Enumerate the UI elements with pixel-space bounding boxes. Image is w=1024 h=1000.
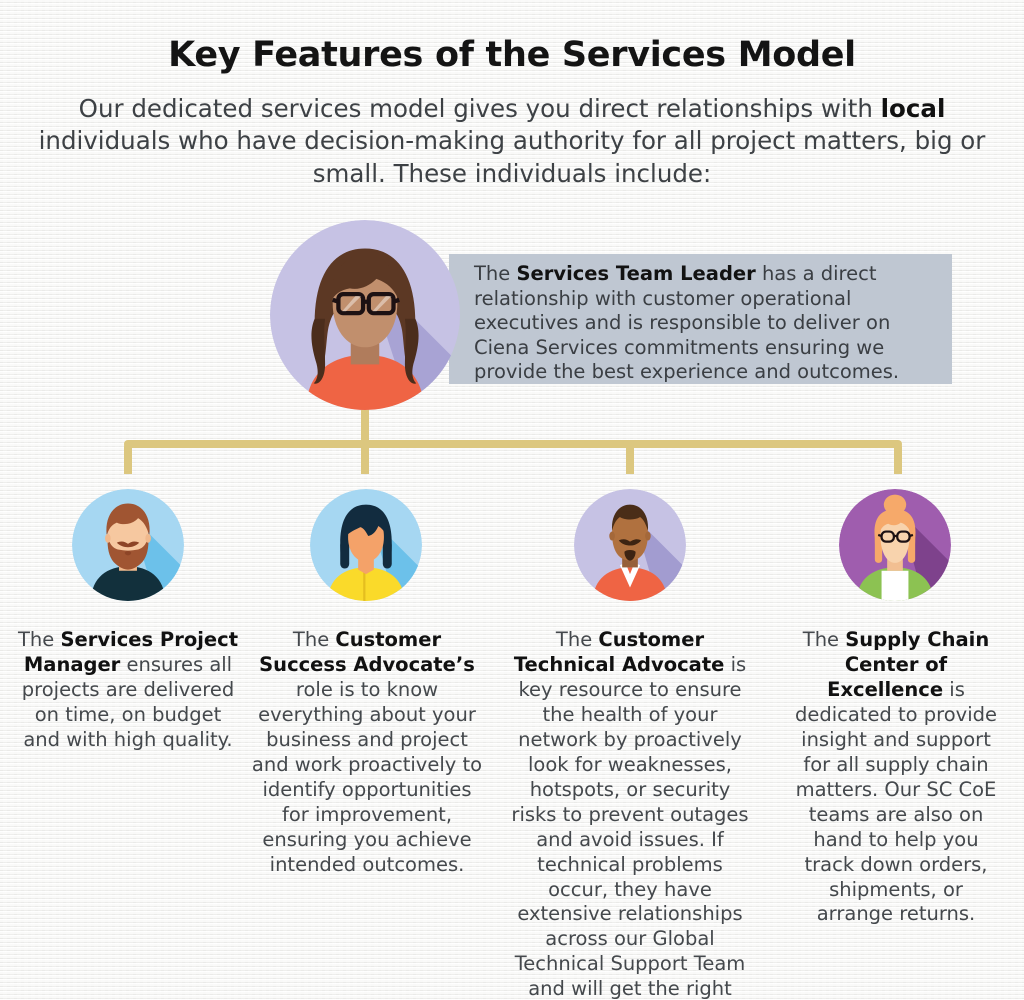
connector-horizontal-bus <box>124 440 902 448</box>
connector-drop-3 <box>894 440 902 474</box>
col0-pre: The <box>17 628 61 651</box>
leader-role-label: Services Team Leader <box>516 262 756 285</box>
col2-role-label: Customer Technical Advocate <box>513 628 725 676</box>
subtitle-pre: Our dedicated services model gives you d… <box>78 94 881 123</box>
customer-technical-advocate-avatar <box>574 489 686 601</box>
connector-drop-2 <box>626 440 634 474</box>
col1-pre: The <box>292 628 336 651</box>
customer-success-advocate-avatar <box>310 489 422 601</box>
col2-pre: The <box>555 628 599 651</box>
connector-drop-1 <box>361 440 369 474</box>
page-subtitle: Our dedicated services model gives you d… <box>12 93 1012 190</box>
col1-role-label: Customer Success Advocate’s <box>259 628 475 676</box>
column-text-1: The Customer Success Advocate’s role is … <box>248 628 486 878</box>
column-text-0: The Services Project Manager ensures all… <box>14 628 242 753</box>
leader-text-pre: The <box>474 262 517 285</box>
col2-post: is key resource to ensure the health of … <box>511 652 749 1000</box>
col3-pre: The <box>802 628 846 651</box>
services-team-leader-avatar <box>270 220 460 410</box>
infographic-page: Key Features of the Services Model Our d… <box>0 0 1024 1000</box>
subtitle-post: individuals who have decision-making aut… <box>38 126 986 188</box>
col3-post: is dedicated to provide insight and supp… <box>794 677 998 926</box>
connector-drop-0 <box>124 440 132 474</box>
leader-callout-text: The Services Team Leader has a direct re… <box>474 262 942 385</box>
column-text-3: The Supply Chain Center of Excellence is… <box>790 628 1002 927</box>
subtitle-emphasis: local <box>880 94 946 123</box>
column-text-2: The Customer Technical Advocate is key r… <box>505 628 755 1000</box>
services-project-manager-avatar <box>72 489 184 601</box>
supply-chain-center-of-excellence-avatar <box>839 489 951 601</box>
page-title: Key Features of the Services Model <box>168 35 856 75</box>
col3-role-label: Supply Chain Center of Excellence <box>827 628 990 701</box>
col1-post: role is to know everything about your bu… <box>251 677 483 876</box>
